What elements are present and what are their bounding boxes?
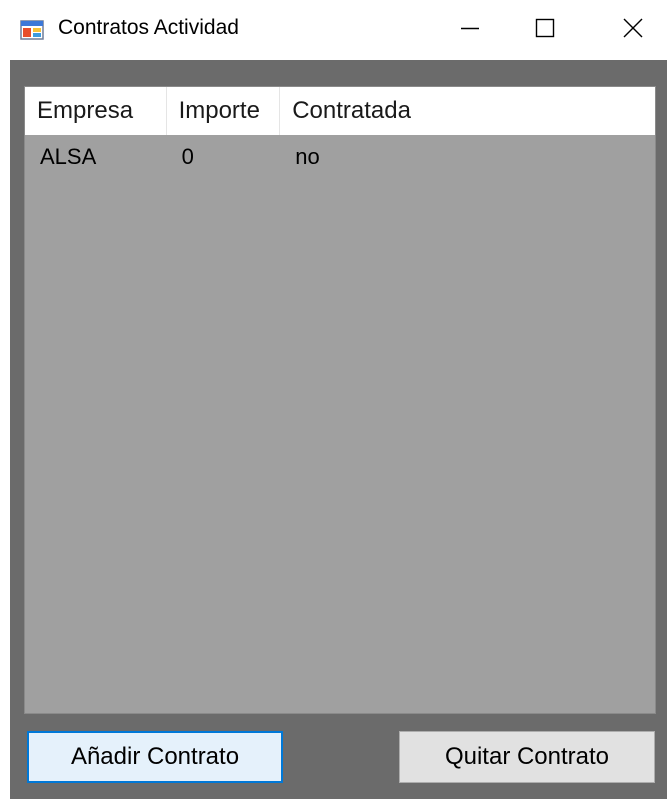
column-header-importe[interactable]: Importe: [167, 87, 281, 135]
minimize-button[interactable]: [440, 0, 500, 60]
close-icon: [622, 17, 644, 44]
maximize-icon: [535, 18, 555, 43]
window-title: Contratos Actividad: [58, 16, 239, 39]
contratos-window: Contratos Actividad Empresa Importe Cont…: [0, 0, 667, 799]
cell-empresa: ALSA: [40, 144, 97, 169]
title-bar[interactable]: Contratos Actividad: [0, 0, 667, 60]
client-area: Empresa Importe Contratada ALSA 0 no Aña…: [10, 60, 667, 799]
add-contract-button[interactable]: Añadir Contrato: [27, 731, 283, 783]
listview-header: Empresa Importe Contratada: [25, 87, 655, 135]
cell-contratada: no: [295, 144, 320, 169]
column-header-empresa[interactable]: Empresa: [25, 87, 167, 135]
table-row[interactable]: ALSA 0 no: [25, 139, 655, 175]
contracts-listview[interactable]: Empresa Importe Contratada ALSA 0 no: [24, 86, 656, 714]
maximize-button[interactable]: [515, 0, 575, 60]
remove-contract-button[interactable]: Quitar Contrato: [399, 731, 655, 783]
close-button[interactable]: [603, 0, 663, 60]
column-header-contratada[interactable]: Contratada: [280, 87, 655, 135]
minimize-icon: [460, 18, 480, 43]
cell-importe: 0: [181, 144, 194, 169]
windows-form-icon: [20, 18, 44, 42]
